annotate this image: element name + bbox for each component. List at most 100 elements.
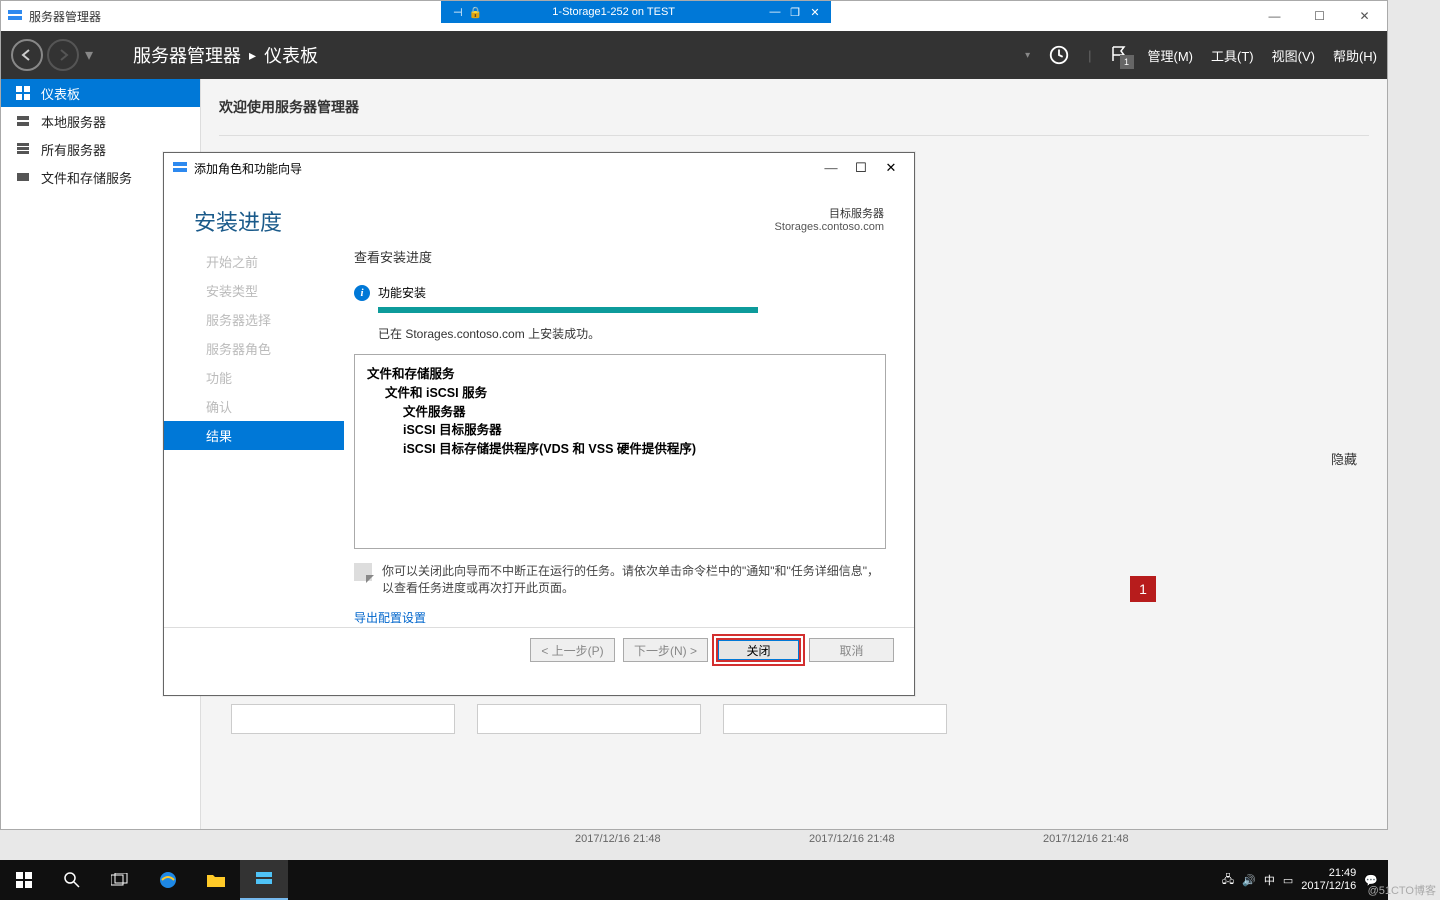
ie-icon — [158, 870, 178, 890]
wizard-heading: 安装进度 — [194, 205, 282, 237]
wizard-maximize[interactable]: ☐ — [846, 160, 876, 176]
step-before: 开始之前 — [194, 247, 344, 276]
servers-icon — [15, 141, 31, 157]
window-minimize[interactable]: — — [1252, 1, 1297, 31]
wizard-titlebar: 添加角色和功能向导 — ☐ ✕ — [164, 153, 914, 183]
feature-l3c: iSCSI 目标存储提供程序(VDS 和 VSS 硬件提供程序) — [403, 440, 873, 459]
taskbar-ie[interactable] — [144, 860, 192, 900]
taskbar: 🖧 🔊 中 ▭ 21:49 2017/12/16 💬 — [0, 860, 1388, 900]
feature-l1: 文件和存储服务 — [367, 365, 873, 384]
window-maximize[interactable]: ☐ — [1297, 1, 1342, 31]
remote-restore[interactable]: ❐ — [785, 6, 805, 19]
sidebar-label: 本地服务器 — [41, 112, 106, 131]
pin-icon[interactable]: ⊣ — [453, 6, 463, 19]
install-status-line: i 功能安装 — [354, 284, 886, 301]
menu-tools[interactable]: 工具(T) — [1211, 46, 1254, 65]
breadcrumb-current: 仪表板 — [264, 42, 318, 68]
notification-flag-icon[interactable]: 1 — [1110, 45, 1130, 65]
chevron-right-icon: ▸ — [249, 47, 256, 64]
role-cards — [231, 704, 947, 734]
system-tray: 🖧 🔊 中 ▭ 21:49 2017/12/16 💬 — [1222, 867, 1388, 893]
menu-view[interactable]: 视图(V) — [1272, 46, 1315, 65]
success-text: 已在 Storages.contoso.com 上安装成功。 — [378, 325, 886, 342]
nav-forward-button[interactable] — [47, 39, 79, 71]
target-server-info: 目标服务器 Storages.contoso.com — [775, 205, 884, 233]
remote-close[interactable]: ✕ — [805, 6, 825, 19]
export-config-link[interactable]: 导出配置设置 — [354, 609, 426, 626]
breadcrumb-root[interactable]: 服务器管理器 — [133, 42, 241, 68]
alert-badge[interactable]: 1 — [1130, 576, 1156, 602]
nav-back-button[interactable] — [11, 39, 43, 71]
sidebar-label: 仪表板 — [41, 84, 80, 103]
add-roles-wizard: 添加角色和功能向导 — ☐ ✕ 安装进度 目标服务器 Storages.cont… — [163, 152, 915, 696]
note-text: 你可以关闭此向导而不中断正在运行的任务。请依次单击命令栏中的"通知"和"任务详细… — [382, 563, 886, 597]
search-icon — [64, 872, 80, 888]
target-label: 目标服务器 — [775, 205, 884, 221]
clock-date: 2017/12/16 — [1301, 880, 1356, 893]
info-icon: i — [354, 285, 370, 301]
folder-icon — [206, 872, 226, 888]
menu-manage[interactable]: 管理(M) — [1148, 46, 1194, 65]
search-button[interactable] — [48, 860, 96, 900]
notification-count: 1 — [1120, 55, 1134, 69]
menu-dropdown-icon[interactable]: ▾ — [1025, 50, 1030, 61]
close-button[interactable]: 关闭 — [716, 638, 801, 662]
step-type: 安装类型 — [194, 276, 344, 305]
role-card[interactable] — [231, 704, 455, 734]
cancel-button: 取消 — [809, 638, 894, 662]
sidebar-label: 所有服务器 — [41, 140, 106, 159]
step-features: 功能 — [194, 363, 344, 392]
tray-volume-icon[interactable]: 🔊 — [1242, 874, 1256, 887]
wizard-close[interactable]: ✕ — [876, 160, 906, 176]
role-card[interactable] — [723, 704, 947, 734]
feature-l3a: 文件服务器 — [403, 403, 873, 422]
progress-bar — [378, 307, 758, 313]
wizard-title-text: 添加角色和功能向导 — [194, 160, 302, 177]
feature-tree: 文件和存储服务 文件和 iSCSI 服务 文件服务器 iSCSI 目标服务器 i… — [354, 354, 886, 549]
prev-button: < 上一步(P) — [530, 638, 615, 662]
tray-ime[interactable]: 中 — [1264, 872, 1275, 888]
watermark: @51CTO博客 — [1368, 882, 1436, 898]
wizard-icon — [172, 160, 188, 176]
breadcrumb: 服务器管理器 ▸ 仪表板 — [133, 42, 318, 68]
task-view-button[interactable] — [96, 860, 144, 900]
install-label: 功能安装 — [378, 284, 426, 301]
start-button[interactable] — [0, 860, 48, 900]
sidebar-item-dashboard[interactable]: 仪表板 — [1, 79, 200, 107]
arrow-left-icon — [20, 48, 34, 62]
server-manager-icon — [7, 8, 23, 24]
window-close[interactable]: ✕ — [1342, 1, 1387, 31]
wizard-header: 安装进度 目标服务器 Storages.contoso.com — [164, 183, 914, 247]
arrow-right-icon — [56, 48, 70, 62]
role-card[interactable] — [477, 704, 701, 734]
server-manager-icon — [255, 870, 273, 888]
wizard-footer: < 上一步(P) 下一步(N) > 关闭 取消 — [164, 627, 914, 672]
nav-dropdown[interactable]: ▾ — [85, 45, 93, 65]
tray-network-icon[interactable]: 🖧 — [1222, 871, 1234, 890]
refresh-icon[interactable] — [1048, 44, 1070, 66]
target-value: Storages.contoso.com — [775, 221, 884, 233]
wizard-minimize[interactable]: — — [816, 160, 846, 176]
page-icon — [354, 563, 372, 581]
tray-input-icon[interactable]: ▭ — [1283, 874, 1293, 887]
taskbar-explorer[interactable] — [192, 860, 240, 900]
step-server-role: 服务器角色 — [194, 334, 344, 363]
storage-icon — [15, 169, 31, 185]
dashboard-icon — [15, 85, 31, 101]
taskbar-server-manager[interactable] — [240, 860, 288, 900]
card-timestamp: 2017/12/16 21:48 — [803, 831, 901, 847]
feature-l2: 文件和 iSCSI 服务 — [385, 384, 873, 403]
menu-help[interactable]: 帮助(H) — [1333, 46, 1377, 65]
taskbar-clock[interactable]: 21:49 2017/12/16 — [1301, 867, 1356, 893]
section-title: 查看安装进度 — [354, 247, 886, 266]
hide-link[interactable]: 隐藏 — [1331, 449, 1357, 468]
wizard-body: 开始之前 安装类型 服务器选择 服务器角色 功能 确认 结果 查看安装进度 i … — [164, 247, 914, 627]
server-icon — [15, 113, 31, 129]
server-manager-header: ▾ 服务器管理器 ▸ 仪表板 ▾ | 1 管理(M) 工具(T) 视图(V) 帮… — [1, 31, 1387, 79]
wizard-content: 查看安装进度 i 功能安装 已在 Storages.contoso.com 上安… — [344, 247, 914, 627]
step-results[interactable]: 结果 — [164, 421, 344, 450]
step-server-select: 服务器选择 — [194, 305, 344, 334]
sidebar-item-local-server[interactable]: 本地服务器 — [1, 107, 200, 135]
remote-minimize[interactable]: — — [765, 6, 785, 18]
feature-l3b: iSCSI 目标服务器 — [403, 421, 873, 440]
